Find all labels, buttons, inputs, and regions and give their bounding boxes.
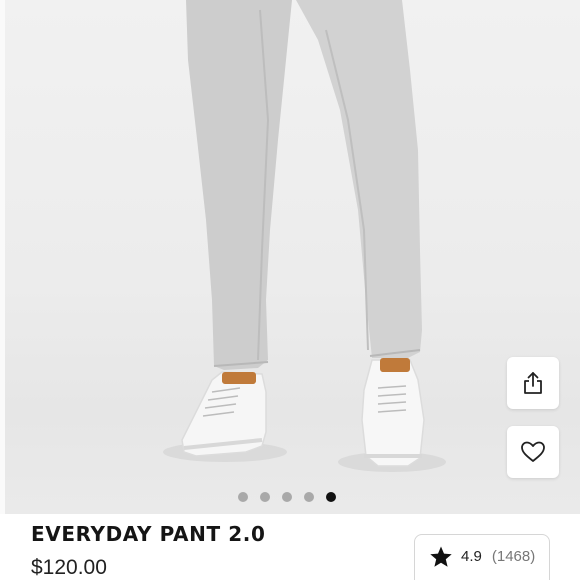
product-price: $120.00 — [31, 556, 107, 579]
carousel-dot[interactable] — [260, 492, 270, 502]
heart-icon — [521, 441, 545, 462]
product-photo — [163, 0, 446, 472]
rating-value: 4.9 — [461, 548, 482, 565]
wishlist-button[interactable] — [507, 426, 559, 478]
carousel-pagination — [238, 490, 336, 504]
star-icon — [430, 546, 452, 567]
review-count: (1468) — [491, 548, 536, 565]
left-edge — [0, 0, 5, 580]
share-button[interactable] — [507, 357, 559, 409]
product-detail-screen: EVERYDAY PANT 2.0 $120.00 4.9 (1468) — [0, 0, 580, 580]
share-icon — [524, 372, 542, 394]
carousel-dot-active[interactable] — [326, 492, 336, 502]
carousel-dot[interactable] — [304, 492, 314, 502]
product-title: EVERYDAY PANT 2.0 — [31, 522, 266, 546]
product-image-carousel[interactable] — [0, 0, 580, 514]
carousel-dot[interactable] — [238, 492, 248, 502]
product-info: EVERYDAY PANT 2.0 $120.00 4.9 (1468) — [0, 514, 580, 580]
carousel-dot[interactable] — [282, 492, 292, 502]
rating-reviews-button[interactable]: 4.9 (1468) — [414, 534, 550, 580]
